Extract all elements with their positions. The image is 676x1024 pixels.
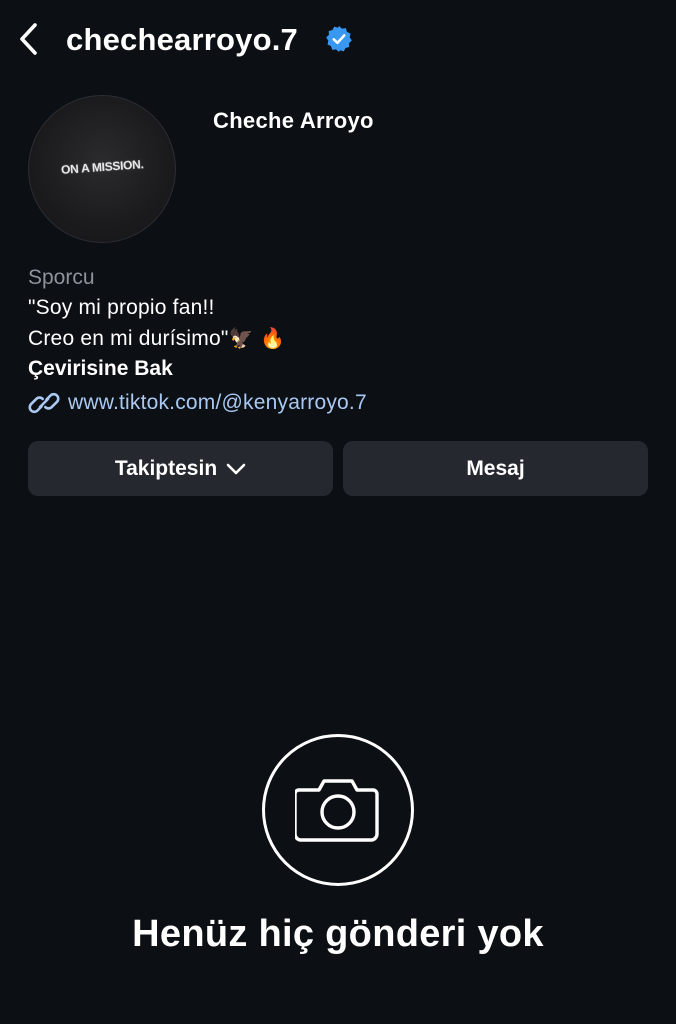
profile-page: chechearroyo.7 ON A MISSION. Cheche Arro… — [0, 0, 676, 1024]
bio-emojis: 🦅 🔥 — [228, 326, 286, 350]
empty-posts-text: Henüz hiç gönderi yok — [132, 913, 544, 955]
profile-username: chechearroyo.7 — [66, 22, 298, 57]
empty-posts-circle — [262, 734, 414, 886]
verified-badge-icon — [326, 26, 352, 52]
profile-header: chechearroyo.7 — [0, 0, 676, 80]
profile-display-name: Cheche Arroyo — [213, 108, 374, 133]
profile-category: Sporcu — [28, 266, 95, 289]
bio-line-text: Creo en mi durísimo" — [28, 327, 229, 350]
bio-line: "Soy mi propio fan!! — [28, 296, 215, 319]
profile-link-text: www.tiktok.com/@kenyarroyo.7 — [68, 391, 367, 414]
back-button[interactable] — [10, 18, 46, 60]
following-button[interactable]: Takiptesin — [28, 441, 333, 496]
camera-icon — [295, 779, 379, 842]
message-button-label: Mesaj — [466, 456, 525, 480]
message-button[interactable]: Mesaj — [343, 441, 648, 496]
link-icon — [28, 392, 60, 414]
bio-line: Creo en mi durísimo"🦅 🔥 — [28, 323, 648, 354]
profile-avatar[interactable]: ON A MISSION. — [28, 95, 176, 243]
profile-link[interactable]: www.tiktok.com/@kenyarroyo.7 — [28, 388, 648, 418]
following-button-label: Takiptesin — [114, 456, 218, 480]
chevron-left-icon — [20, 23, 37, 55]
profile-bio: Sporcu "Soy mi propio fan!! Creo en mi d… — [28, 264, 648, 418]
chevron-down-icon — [226, 463, 246, 474]
avatar-text: ON A MISSION. — [60, 157, 144, 177]
see-translation-link[interactable]: Çevirisine Bak — [28, 353, 648, 384]
